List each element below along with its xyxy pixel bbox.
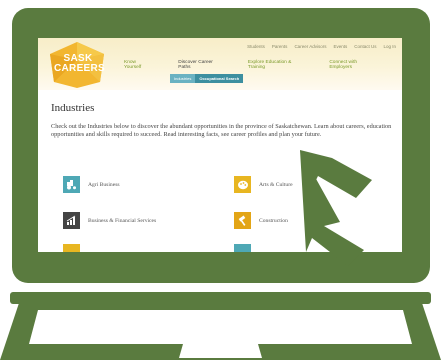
laptop-base (0, 300, 441, 360)
